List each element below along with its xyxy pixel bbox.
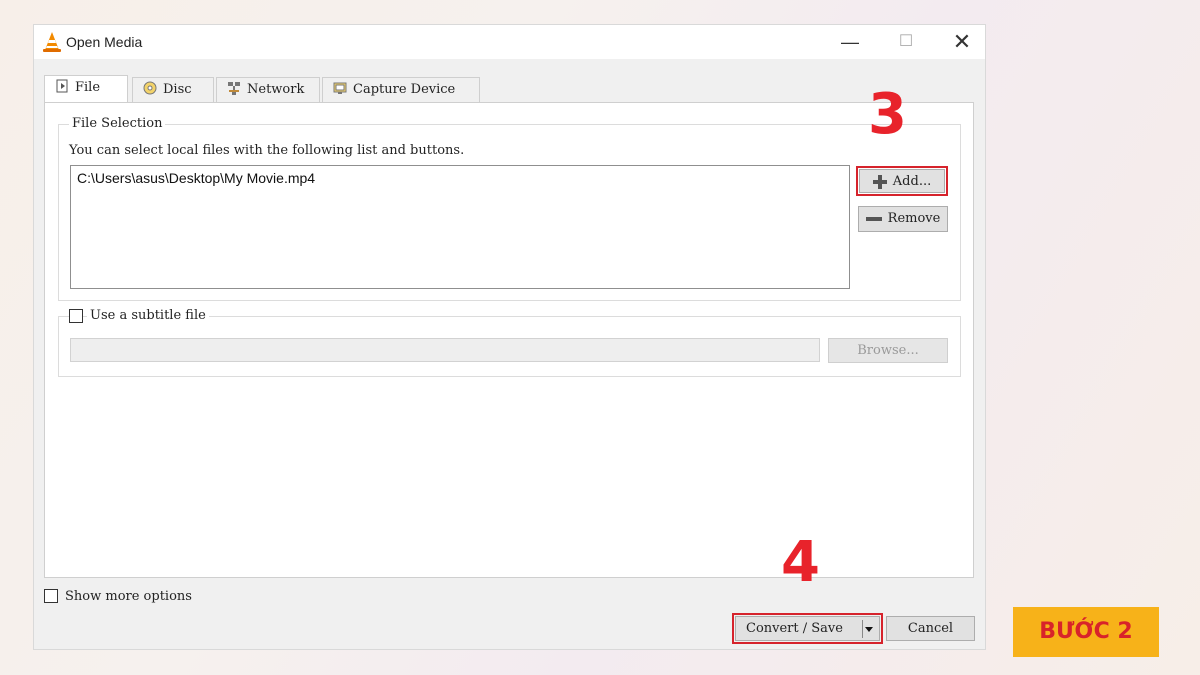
convert-save-button[interactable]: Convert / Save xyxy=(732,613,883,644)
subtitle-group: Use a subtitle file Browse... xyxy=(58,308,961,377)
file-icon xyxy=(56,79,68,93)
step-3-annotation: 3 xyxy=(868,82,907,147)
cancel-button[interactable]: Cancel xyxy=(886,616,975,641)
file-selection-group: File Selection You can select local file… xyxy=(58,116,961,301)
remove-button-label: Remove xyxy=(887,211,941,226)
tab-disc-label: Disc xyxy=(163,82,192,97)
file-selection-hint: You can select local files with the foll… xyxy=(69,143,465,158)
file-list[interactable]: C:\Users\asus\Desktop\My Movie.mp4 xyxy=(70,165,850,289)
vlc-cone-icon xyxy=(43,32,61,52)
browse-button: Browse... xyxy=(828,338,948,363)
add-button[interactable]: Add... xyxy=(856,166,948,196)
open-media-dialog: Open Media — ☐ ✕ File Disc Network Captu… xyxy=(33,24,986,650)
step-badge: BƯỚC 2 xyxy=(1013,607,1159,657)
disc-icon xyxy=(143,81,157,95)
subtitle-path-field xyxy=(70,338,820,362)
tab-network[interactable]: Network xyxy=(216,77,320,102)
file-list-item[interactable]: C:\Users\asus\Desktop\My Movie.mp4 xyxy=(77,170,843,186)
close-button[interactable]: ✕ xyxy=(939,29,985,55)
step-4-annotation: 4 xyxy=(781,530,820,595)
network-icon xyxy=(228,82,240,95)
tab-network-label: Network xyxy=(247,82,305,97)
dropdown-arrow-icon[interactable] xyxy=(862,620,876,638)
show-more-options-checkbox[interactable] xyxy=(44,589,58,603)
tab-file-label: File xyxy=(75,80,101,95)
tab-capture-device-label: Capture Device xyxy=(353,82,456,97)
window-title: Open Media xyxy=(66,34,143,50)
subtitle-checkbox[interactable] xyxy=(69,309,83,323)
capture-device-icon xyxy=(333,82,347,94)
tab-capture-device[interactable]: Capture Device xyxy=(322,77,480,102)
file-selection-label: File Selection xyxy=(69,116,166,131)
minus-icon xyxy=(865,216,882,221)
tab-panel-file: File Selection You can select local file… xyxy=(44,102,974,578)
maximize-button[interactable]: ☐ xyxy=(883,29,929,55)
minimize-button[interactable]: — xyxy=(827,29,873,55)
add-button-label: Add... xyxy=(892,174,932,189)
convert-save-label: Convert / Save xyxy=(746,621,843,636)
subtitle-checkbox-label: Use a subtitle file xyxy=(87,308,209,323)
plus-icon xyxy=(872,174,887,189)
show-more-options-label: Show more options xyxy=(65,589,192,604)
title-bar: Open Media — ☐ ✕ xyxy=(34,25,985,59)
remove-button[interactable]: Remove xyxy=(858,206,948,232)
tab-file[interactable]: File xyxy=(44,75,128,102)
tab-disc[interactable]: Disc xyxy=(132,77,214,102)
